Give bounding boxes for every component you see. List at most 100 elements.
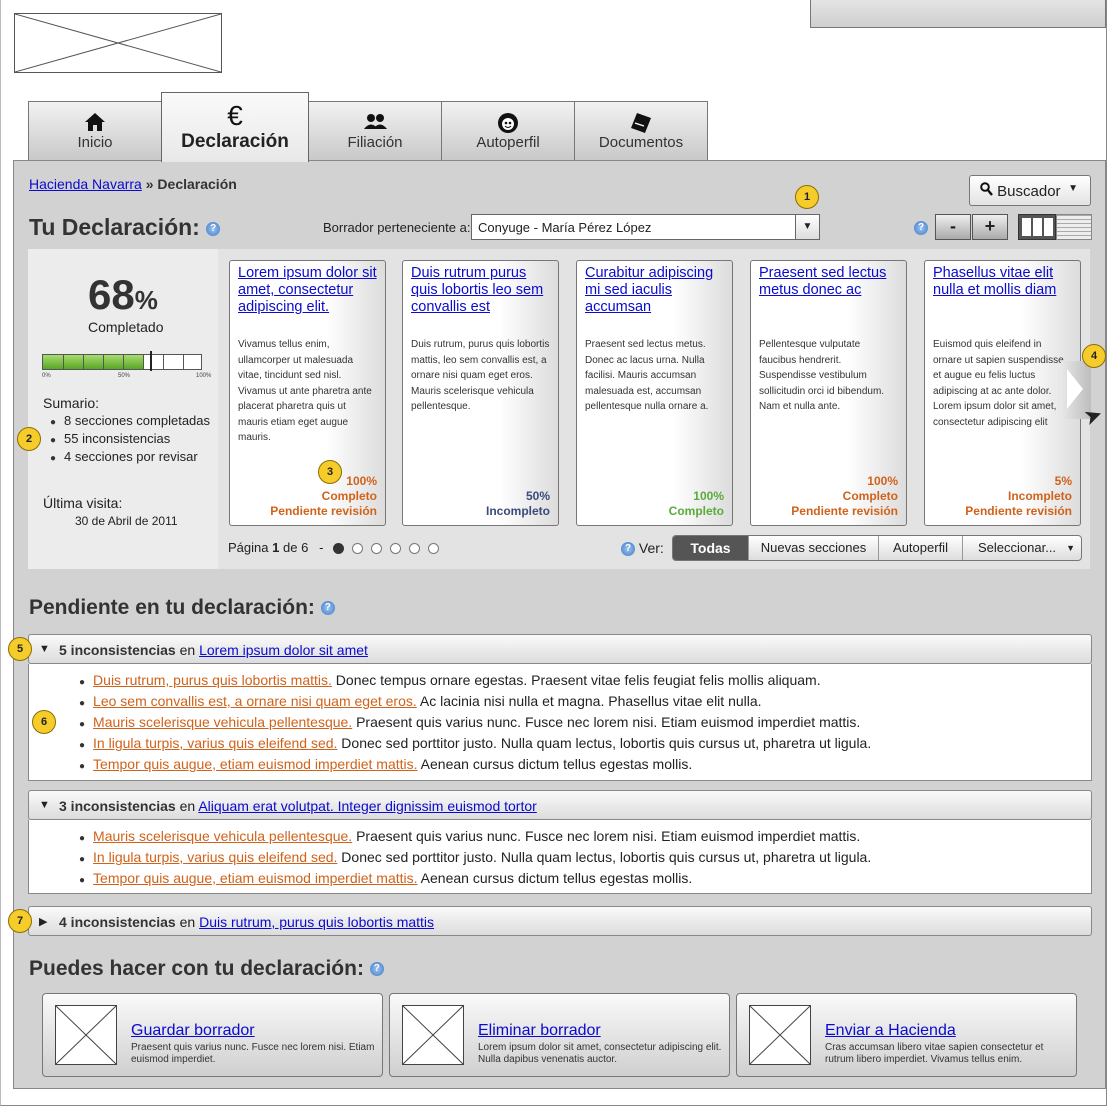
section-card-title[interactable]: Praesent sed lectus metus donec ac — [759, 265, 898, 325]
owner-select-value: Conyuge - María Pérez López — [478, 220, 652, 235]
progress-bar-fill — [43, 355, 143, 369]
section-card-status: 100% Completo — [668, 489, 724, 518]
group-section-link[interactable]: Duis rutrum, purus quis lobortis mattis — [199, 914, 434, 930]
section-card-title[interactable]: Lorem ipsum dolor sit amet, consectetur … — [238, 265, 377, 325]
filter-option-autoperfil[interactable]: Autoperfil — [879, 536, 963, 560]
declaration-title-text: Tu Declaración: — [29, 214, 200, 240]
inconsistency-group-header[interactable]: ▼ 5 inconsistencias en Lorem ipsum dolor… — [28, 634, 1092, 664]
triangle-right-icon: ▶ — [39, 916, 48, 928]
section-card-status: 50% Incompleto — [485, 489, 550, 518]
pending-title: Pendiente en tu declaración: ? — [29, 596, 335, 620]
breadcrumb-link-home[interactable]: Hacienda Navarra — [29, 176, 142, 192]
inconsistency-link[interactable]: In ligula turpis, varius quis eleifend s… — [93, 735, 337, 751]
summary-box: 68% Completado 0% 50% 100% Sumario: 8 se… — [28, 249, 218, 569]
owner-select[interactable]: Conyuge - María Pérez López ▼ — [471, 214, 820, 240]
section-card-body: Vivamus tellus enim, ullamcorper ut male… — [238, 339, 372, 443]
action-title[interactable]: Guardar borrador — [131, 1022, 255, 1040]
section-card[interactable]: Lorem ipsum dolor sit amet, consectetur … — [229, 260, 386, 526]
group-count: 4 inconsistencias — [59, 914, 176, 930]
summary-title: Sumario: — [43, 395, 100, 411]
zoom-out-button[interactable]: - — [935, 214, 971, 240]
inconsistency-link[interactable]: Duis rutrum, purus quis lobortis mattis. — [93, 672, 332, 688]
tab-autoperfil[interactable]: Autoperfil — [441, 101, 575, 161]
section-card[interactable]: Curabitur adipiscing mi sed iaculis accu… — [576, 260, 733, 526]
tab-inicio[interactable]: Inicio — [28, 101, 162, 161]
view-columns-icon[interactable] — [1018, 214, 1056, 240]
inconsistency-group-body: Duis rutrum, purus quis lobortis mattis.… — [28, 664, 1092, 781]
help-icon[interactable]: ? — [914, 221, 928, 235]
filter-option-seleccionar[interactable]: Seleccionar... ▼ — [963, 536, 1081, 560]
section-card[interactable]: Phasellus vitae elit nulla et mollis dia… — [924, 260, 1081, 526]
section-card[interactable]: Praesent sed lectus metus donec ac Pelle… — [750, 260, 907, 526]
inconsistency-item: Mauris scelerisque vehicula pellentesque… — [79, 714, 1091, 735]
tab-label: Filiación — [347, 134, 403, 151]
action-desc: Lorem ipsum dolor sit amet, consectetur … — [478, 1042, 722, 1065]
pager-dot[interactable] — [428, 543, 439, 554]
owner-label: Borrador perteneciente a: — [323, 220, 471, 235]
search-button[interactable]: Buscador ▼ — [969, 175, 1091, 206]
breadcrumb-current: Declaración — [157, 176, 237, 192]
completion-label: Completado — [88, 319, 164, 335]
tab-label: Documentos — [598, 134, 684, 151]
inconsistency-link[interactable]: In ligula turpis, varius quis eleifend s… — [93, 849, 337, 865]
action-desc: Praesent quis varius nunc. Fusce nec lor… — [131, 1042, 375, 1065]
pager-dot[interactable] — [409, 543, 420, 554]
inconsistency-item: Duis rutrum, purus quis lobortis mattis.… — [79, 672, 1091, 693]
view-rows-icon[interactable] — [1056, 214, 1092, 240]
inconsistency-link[interactable]: Tempor quis augue, etiam euismod imperdi… — [93, 756, 417, 772]
summary-item: 55 inconsistencias — [50, 431, 210, 449]
filter-option-nuevas[interactable]: Nuevas secciones — [749, 536, 879, 560]
tab-filiacion[interactable]: Filiación — [308, 101, 442, 161]
filter-label: ? Ver: — [621, 540, 664, 557]
triangle-down-icon: ▼ — [39, 799, 50, 811]
last-visit-date: 30 de Abril de 2011 — [75, 514, 178, 528]
inconsistency-link[interactable]: Leo sem convallis est, a ornare nisi qua… — [93, 693, 417, 709]
summary-item: 4 secciones por revisar — [50, 449, 210, 467]
summary-item: 8 secciones completadas — [50, 413, 210, 431]
group-count: 3 inconsistencias — [59, 798, 176, 814]
filter-segmented-control: Todas Nuevas secciones Autoperfil Selecc… — [672, 535, 1082, 561]
delete-draft-action[interactable]: Eliminar borrador Lorem ipsum dolor sit … — [389, 993, 730, 1077]
help-icon[interactable]: ? — [206, 221, 221, 236]
pager-dot-active[interactable] — [333, 543, 344, 554]
send-to-hacienda-action[interactable]: Enviar a Hacienda Cras accumsan libero v… — [736, 993, 1077, 1077]
section-card-status: 100% Completo Pendiente revisión — [791, 474, 898, 518]
action-title[interactable]: Eliminar borrador — [478, 1022, 601, 1040]
help-icon[interactable]: ? — [621, 542, 635, 557]
progress-scale-0: 0% — [42, 373, 51, 379]
action-desc: Cras accumsan libero vitae sapien consec… — [825, 1042, 1044, 1065]
top-right-box — [810, 0, 1106, 28]
chevron-down-icon[interactable]: ▼ — [795, 215, 819, 239]
inconsistency-link[interactable]: Mauris scelerisque vehicula pellentesque… — [93, 714, 352, 730]
progress-marker — [150, 351, 152, 371]
pager-dot[interactable] — [352, 543, 363, 554]
group-section-link[interactable]: Lorem ipsum dolor sit amet — [199, 642, 368, 658]
section-card-title[interactable]: Duis rutrum purus quis lobortis leo sem … — [411, 265, 550, 325]
save-draft-action[interactable]: Guardar borrador Praesent quis varius nu… — [42, 993, 383, 1077]
pager-dot[interactable] — [390, 543, 401, 554]
pager-dot[interactable] — [371, 543, 382, 554]
filter-option-todas[interactable]: Todas — [673, 536, 749, 560]
breadcrumb: Hacienda Navarra » Declaración — [29, 176, 237, 192]
section-card[interactable]: Duis rutrum purus quis lobortis leo sem … — [402, 260, 559, 526]
actions-title: Puedes hacer con tu declaración: ? — [29, 957, 384, 981]
annotation-badge: 6 — [32, 710, 56, 734]
inconsistency-group-header[interactable]: ▼ 3 inconsistencias en Aliquam erat volu… — [28, 790, 1092, 820]
inconsistency-item: Leo sem convallis est, a ornare nisi qua… — [79, 693, 1091, 714]
tab-declaracion[interactable]: € Declaración — [161, 92, 309, 162]
section-card-title[interactable]: Phasellus vitae elit nulla et mollis dia… — [933, 265, 1072, 325]
zoom-in-button[interactable]: + — [972, 214, 1008, 240]
group-section-link[interactable]: Aliquam erat volutpat. Integer dignissim… — [198, 798, 537, 814]
annotation-badge: 2 — [17, 427, 41, 451]
inconsistency-group-header-collapsed[interactable]: ▶ 4 inconsistencias en Duis rutrum, puru… — [28, 906, 1092, 936]
action-title[interactable]: Enviar a Hacienda — [825, 1022, 956, 1040]
tab-documentos[interactable]: Documentos — [574, 101, 708, 161]
image-placeholder — [55, 1005, 117, 1065]
help-icon[interactable]: ? — [369, 962, 384, 977]
help-icon[interactable]: ? — [320, 601, 335, 616]
summary-list: 8 secciones completadas 55 inconsistenci… — [50, 413, 210, 467]
section-card-body: Euismod quis eleifend in ornare ut sapie… — [933, 339, 1064, 428]
inconsistency-link[interactable]: Tempor quis augue, etiam euismod imperdi… — [93, 870, 417, 886]
section-card-title[interactable]: Curabitur adipiscing mi sed iaculis accu… — [585, 265, 724, 325]
inconsistency-link[interactable]: Mauris scelerisque vehicula pellentesque… — [93, 828, 352, 844]
